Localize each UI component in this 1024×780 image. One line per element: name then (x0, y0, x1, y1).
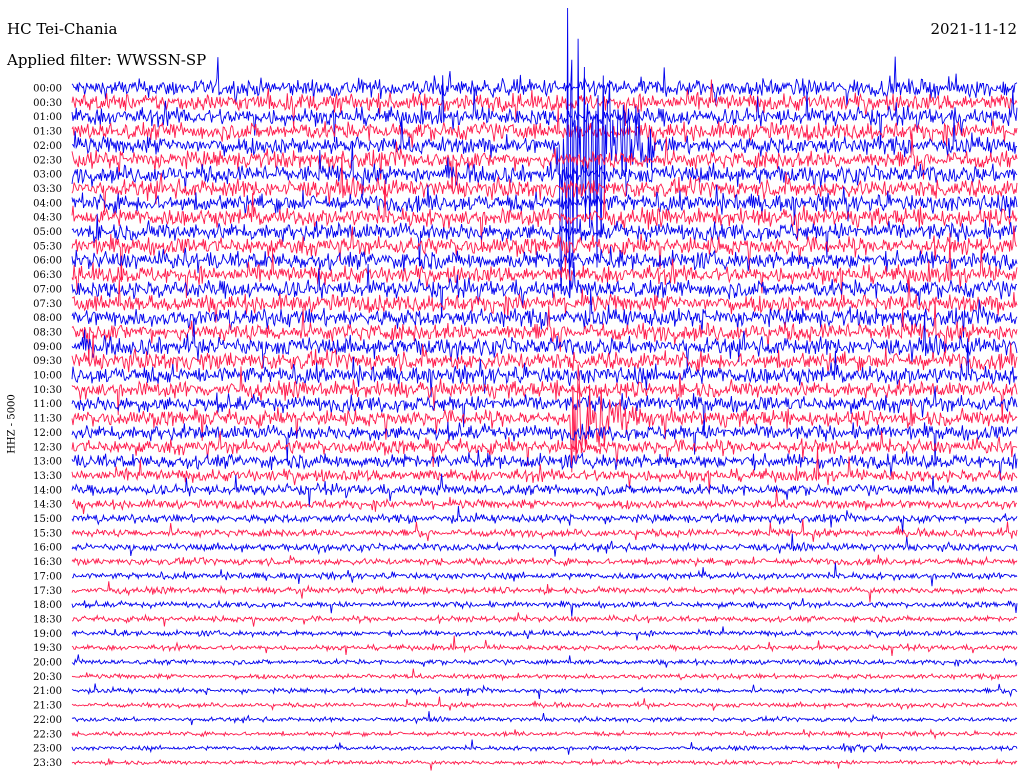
trace-row-1600 (71, 533, 1018, 557)
trace-row-2200 (71, 711, 1018, 726)
trace-row-2030 (71, 668, 1018, 682)
row-time-label: 22:30 (33, 729, 62, 740)
trace-row-1730 (71, 581, 1018, 603)
row-time-label: 20:00 (33, 658, 62, 669)
row-time-label: 15:00 (33, 514, 62, 525)
row-time-label: 23:30 (33, 758, 62, 769)
row-time-label: 03:00 (33, 170, 62, 181)
row-time-label: 11:30 (33, 414, 62, 425)
trace-row-1100 (71, 386, 1018, 437)
row-time-label: 20:30 (33, 672, 62, 683)
row-time-label: 14:00 (33, 485, 62, 496)
row-time-label: 12:30 (33, 442, 62, 453)
row-time-label: 00:00 (33, 84, 62, 95)
row-time-label: 13:00 (33, 457, 62, 468)
row-time-label: 02:30 (33, 155, 62, 166)
trace-row-0930 (71, 334, 1018, 373)
row-time-label: 04:00 (33, 198, 62, 209)
trace-row-1630 (71, 554, 1018, 568)
row-time-label: 06:00 (33, 256, 62, 267)
row-time-label: 01:30 (33, 127, 62, 138)
row-time-label: 01:00 (33, 112, 62, 123)
row-time-label: 17:00 (33, 571, 62, 582)
row-time-label: 03:30 (33, 184, 62, 195)
trace-row-1930 (71, 635, 1018, 657)
trace-row-1530 (71, 518, 1018, 542)
row-time-label: 15:30 (33, 528, 62, 539)
row-time-label: 22:00 (33, 715, 62, 726)
trace-layer (71, 7, 1018, 771)
helicorder-plot: 00:00 00:30 01:00 01:30 02:00 02:30 03:00 03:30… (33, 7, 1018, 771)
trace-row-2330 (71, 757, 1018, 771)
row-time-label: 09:30 (33, 356, 62, 367)
trace-row-1800 (71, 598, 1018, 617)
row-time-label: 02:00 (33, 141, 62, 152)
row-time-label: 18:30 (33, 614, 62, 625)
trace-row-0030 (71, 79, 1018, 129)
row-time-label: 00:30 (33, 98, 62, 109)
row-time-label: 08:30 (33, 327, 62, 338)
row-time-label: 12:00 (33, 428, 62, 439)
trace-row-2230 (71, 728, 1018, 740)
trace-row-1500 (71, 505, 1018, 533)
trace-row-1330 (71, 446, 1018, 494)
row-time-label: 19:00 (33, 629, 62, 640)
row-time-label: 14:30 (33, 500, 62, 511)
row-time-label: 08:00 (33, 313, 62, 324)
row-time-label: 19:30 (33, 643, 62, 654)
row-time-label: 10:00 (33, 371, 62, 382)
row-time-label: 06:30 (33, 270, 62, 281)
trace-row-1900 (71, 626, 1018, 641)
row-time-label: 05:00 (33, 227, 62, 238)
trace-row-2100 (71, 683, 1018, 699)
trace-row-0000 (71, 56, 1018, 107)
row-time-label: 21:30 (33, 701, 62, 712)
trace-row-2000 (71, 654, 1018, 668)
row-time-label: 10:30 (33, 385, 62, 396)
trace-row-1400 (71, 473, 1018, 508)
trace-row-2130 (71, 696, 1018, 712)
trace-row-0530 (71, 225, 1018, 283)
row-time-label: 18:00 (33, 600, 62, 611)
row-time-label: 13:30 (33, 471, 62, 482)
row-time-label: 16:00 (33, 543, 62, 554)
trace-row-1700 (71, 562, 1018, 587)
row-time-label: 09:00 (33, 342, 62, 353)
row-time-label: 11:00 (33, 399, 62, 410)
row-time-label: 07:30 (33, 299, 62, 310)
row-time-label: 05:30 (33, 241, 62, 252)
row-time-label: 04:30 (33, 213, 62, 224)
row-time-label: 16:30 (33, 557, 62, 568)
row-time-label: 21:00 (33, 686, 62, 697)
trace-row-1830 (71, 612, 1018, 627)
row-time-label: 17:30 (33, 586, 62, 597)
row-time-label: 23:00 (33, 744, 62, 755)
row-time-label: 07:00 (33, 284, 62, 295)
tick-label-layer: 00:00 00:30 01:00 01:30 02:00 02:30 03:00 03:30… (33, 84, 62, 769)
trace-row-2300 (71, 739, 1018, 755)
trace-row-1430 (72, 489, 1018, 515)
